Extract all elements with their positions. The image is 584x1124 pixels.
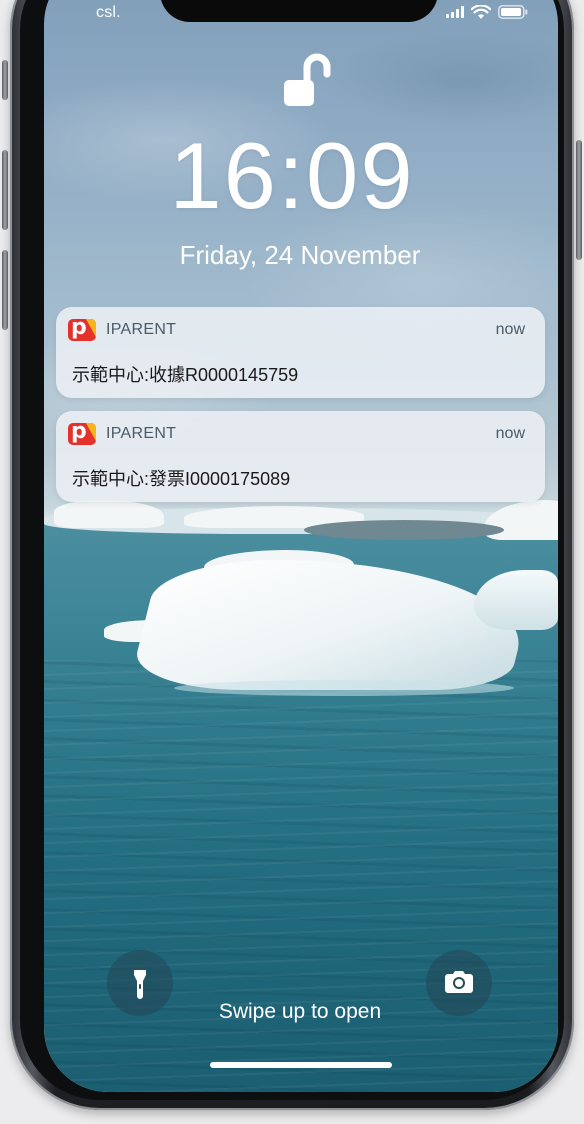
notification-body: 示範中心:發票I0000175089 (72, 469, 291, 489)
notification-body: 示範中心:收據R0000145759 (72, 365, 299, 385)
notch (160, 0, 438, 22)
wifi-icon (471, 4, 491, 19)
iceberg (304, 520, 504, 540)
lock-screen-time: 16:09 (169, 123, 415, 228)
lock-screen-date: Friday, 24 November (179, 240, 421, 270)
notification-header: p IPARENT now (68, 423, 525, 445)
cellular-signal-icon (446, 6, 464, 18)
notification-card[interactable]: p IPARENT now 示範中心:收據R0000145759 (56, 307, 545, 398)
notification-header: p IPARENT now (68, 319, 525, 341)
carrier-name: csl. (96, 4, 121, 21)
notification-app-name: IPARENT (106, 425, 177, 442)
home-indicator[interactable] (210, 1062, 392, 1068)
notification-app-name: IPARENT (106, 321, 177, 338)
lock-screen-stage: csl. 16:09 Friday, 24 November p IPARENT (0, 0, 584, 1124)
notification-time: now (495, 425, 525, 442)
notification-time: now (495, 321, 525, 338)
water-ripples (44, 660, 558, 1092)
notification-card[interactable]: p IPARENT now 示範中心:發票I0000175089 (56, 411, 545, 502)
battery-icon (498, 5, 528, 19)
status-icons (446, 4, 528, 19)
iparent-app-icon: p (68, 319, 96, 341)
iceberg-reflection (174, 680, 514, 696)
swipe-up-hint: Swipe up to open (218, 1000, 382, 1023)
volume-button (2, 60, 8, 100)
iparent-app-icon: p (68, 423, 96, 445)
unlocked-padlock-icon (284, 53, 331, 106)
